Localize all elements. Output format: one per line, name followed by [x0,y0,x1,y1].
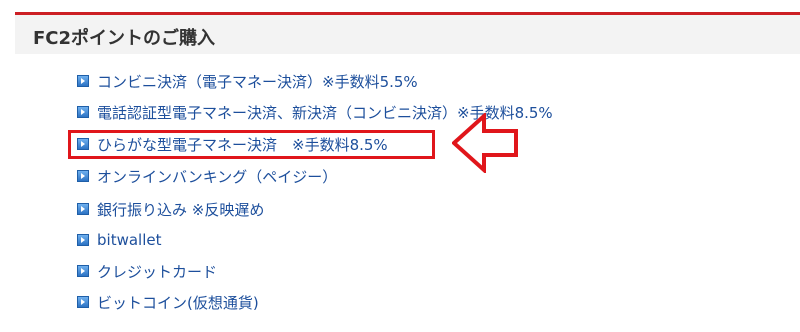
list-item-credit-card[interactable]: クレジットカード [77,261,217,281]
list-item-bank-transfer[interactable]: 銀行振り込み ※反映遅め [77,199,264,219]
left-arrow-icon [452,113,518,173]
square-arrow-icon [77,203,89,215]
section-title: FC2ポイントのご購入 [33,28,216,49]
square-arrow-icon [77,170,89,182]
square-arrow-icon [77,106,89,118]
payment-method-link[interactable]: 銀行振り込み ※反映遅め [97,199,264,220]
square-arrow-icon [77,296,89,308]
list-item-bitcoin[interactable]: ビットコイン(仮想通貨) [77,292,259,312]
list-item-convenience-store[interactable]: コンビニ決済（電子マネー決済）※手数料5.5% [77,71,418,91]
payment-method-link[interactable]: bitwallet [97,231,161,249]
square-arrow-icon [77,234,89,246]
payment-method-link[interactable]: コンビニ決済（電子マネー決済）※手数料5.5% [97,71,418,92]
payment-method-link[interactable]: ビットコイン(仮想通貨) [97,292,259,313]
list-item-online-banking[interactable]: オンラインバンキング（ペイジー） [77,166,337,186]
payment-method-link[interactable]: クレジットカード [97,261,217,282]
highlight-box [68,130,435,159]
square-arrow-icon [77,265,89,277]
list-item-bitwallet[interactable]: bitwallet [77,230,161,250]
square-arrow-icon [77,75,89,87]
payment-method-link[interactable]: オンラインバンキング（ペイジー） [97,166,337,187]
section-header: FC2ポイントのご購入 [15,12,800,54]
page: FC2ポイントのご購入 コンビニ決済（電子マネー決済）※手数料5.5% 電話認証… [0,0,800,332]
